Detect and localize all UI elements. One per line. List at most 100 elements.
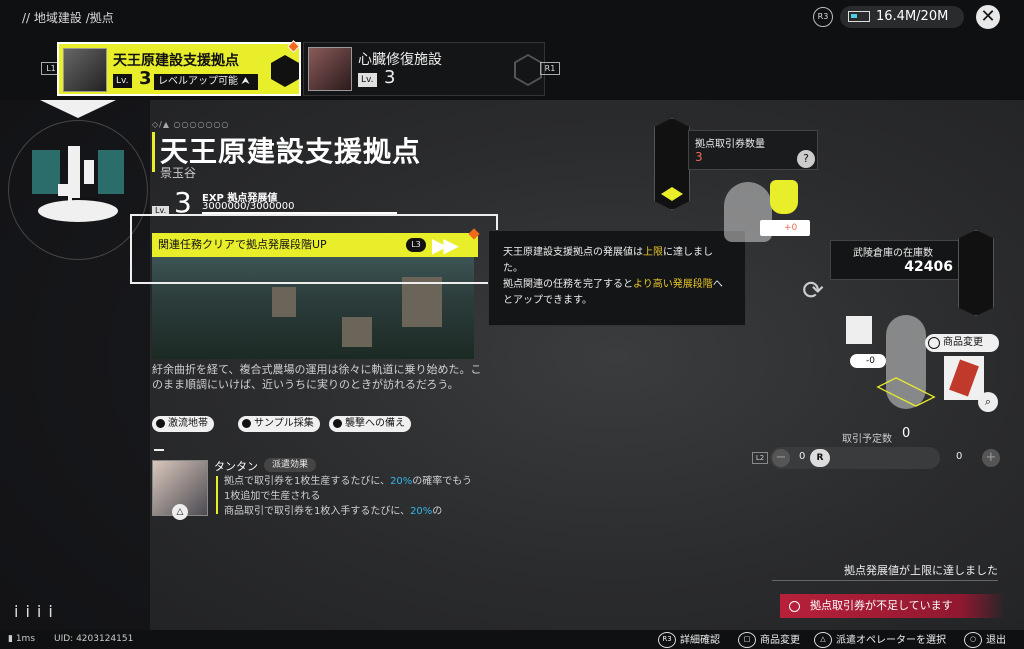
goods-icon [949, 359, 979, 397]
stock-count: 42406 [904, 259, 953, 275]
hint-exit[interactable]: ○ 退出 [964, 632, 1006, 648]
close-button[interactable]: ✕ [976, 5, 1000, 29]
r3-key-icon: R3 [658, 632, 676, 648]
progress-dots: ◇/▲ ○○○○○○○ [152, 120, 230, 129]
hint-select-operator[interactable]: △ 派遣オペレーターを選択 [814, 632, 946, 648]
card-name: 天王原建設支援拠点 [113, 53, 239, 69]
card-level: 3 [384, 67, 396, 88]
triangle-key-icon[interactable]: △ [172, 504, 188, 520]
tag-label: 激流地帯 [168, 418, 208, 429]
hint-change-goods[interactable]: □ 商品変更 [738, 632, 800, 648]
base-card-tenouhara[interactable]: 天王原建設支援拠点 Lv. 3 レベルアップ可能 ⮝ [57, 40, 301, 96]
hex-slot-icon [514, 54, 542, 86]
region-name: 景玉谷 [160, 166, 197, 180]
base-description: 紆余曲折を経て、複合式農場の運用は徐々に軌道に乗り始めた。このまま順調にいけば、… [152, 363, 482, 391]
slider-min: 0 [799, 451, 806, 462]
ping-value: 1ms [15, 634, 36, 644]
max-reached-message: 拠点発展値が上限に達しました [844, 564, 998, 577]
slider-knob[interactable]: R [810, 449, 830, 467]
tooltip: 天王原建設支援拠点の発展値は上限に達しました。 拠点関連の任務を完了するとより高… [488, 230, 746, 326]
base-card-heart-repair[interactable]: 心臓修復施設 Lv. 3 [303, 42, 545, 96]
hint-detail[interactable]: R3 詳細確認 [658, 632, 720, 648]
tag-chip[interactable]: 襲撃への備え [329, 416, 411, 432]
avatar [308, 47, 352, 91]
goods-item[interactable] [944, 356, 984, 400]
lv-label: Lv. [358, 73, 377, 87]
hex-slot-icon [271, 55, 299, 87]
r1-key-icon[interactable]: R1 [540, 62, 560, 75]
page-title: 天王原建設支援拠点 [160, 135, 422, 168]
effect-percent: 20% [410, 506, 433, 517]
tag-label: 襲撃への備え [345, 418, 405, 429]
cube-delta-chip: -0 [850, 354, 886, 368]
avatar [63, 48, 107, 92]
warning-banner: 拠点取引券が不足しています [780, 594, 1006, 618]
level-up-badge: レベルアップ可能 ⮝ [154, 74, 258, 90]
signal-icon: ▮ [8, 634, 16, 644]
breadcrumb: // 地域建設 /拠点 [22, 11, 114, 25]
search-icon[interactable]: ⌕ [978, 392, 998, 412]
r3-button-icon[interactable]: R3 [813, 7, 833, 27]
trade-amount-value: 0 [902, 426, 911, 441]
cube-icon [846, 316, 872, 344]
triangle-key-icon: △ [814, 632, 832, 648]
effect-text: 拠点で取引券を1枚生産するたびに、 [224, 476, 391, 487]
stack-column-icon [958, 230, 994, 316]
card-name: 心臓修復施設 [358, 52, 442, 68]
level-up-label: レベルアップ可能 [158, 76, 238, 87]
building [272, 287, 296, 317]
tooltip-text: 天王原建設支援拠点の発展値は [503, 247, 643, 258]
change-goods-button[interactable]: 商品変更 [925, 334, 999, 352]
tag-icon [333, 418, 342, 428]
uid: UID: 4203124151 [54, 634, 134, 644]
warning-text: 拠点取引券が不足しています [810, 599, 953, 612]
stock-label: 武陵倉庫の在庫数 [853, 248, 933, 259]
title-accent [152, 132, 155, 172]
plus-button[interactable]: + [982, 449, 1000, 467]
trade-slider[interactable] [770, 447, 940, 469]
pointer-icon [40, 100, 116, 118]
tooltip-text: 拠点関連の任務を完了すると [503, 279, 633, 290]
ticket-delta-chip: +0 [760, 220, 810, 236]
tooltip-highlight: より高い発展段階 [633, 279, 713, 290]
notification-icon [287, 40, 300, 53]
tag-icon [156, 418, 165, 428]
effect-text: 商品取引で取引券を1枚入手するたびに、 [224, 506, 411, 517]
slider-max: 0 [956, 451, 963, 462]
menu-bars-icon: iiii [14, 602, 60, 621]
hint-label: 詳細確認 [680, 635, 720, 646]
divider [154, 449, 164, 451]
ticket-label: 拠点取引券数量 [695, 139, 765, 150]
hint-label: 派遣オペレーターを選択 [836, 635, 946, 646]
tag-chip[interactable]: サンプル採集 [238, 416, 320, 432]
tag-icon [242, 418, 251, 428]
tooltip-highlight: 上限 [643, 247, 663, 258]
tag-label: サンプル採集 [254, 418, 314, 429]
divider [772, 580, 998, 581]
effect-accent [216, 476, 218, 514]
dispatch-effect-badge: 派遣効果 [264, 458, 317, 472]
card-level: 3 [139, 68, 152, 89]
effect-text: の [432, 506, 443, 517]
exp-value: 3000000/3000000 [202, 201, 295, 212]
ticket-bag-icon [770, 180, 798, 214]
minus-button[interactable]: − [772, 449, 790, 467]
storage-icon [848, 11, 870, 22]
prohibited-icon [789, 601, 800, 612]
exchange-cycle-icon: ⟳ [802, 276, 824, 306]
change-goods-label: 商品変更 [943, 337, 983, 348]
square-key-icon [928, 337, 940, 349]
l2-key-icon[interactable]: L2 [752, 452, 768, 464]
storage-value: 16.4M/20M [876, 9, 949, 24]
ping-indicator: ▮ 1ms [8, 634, 35, 644]
ticket-count: 3 [695, 150, 703, 164]
effect-percent: 20% [390, 476, 413, 487]
trade-amount-label: 取引予定数 [842, 434, 892, 445]
tag-chip[interactable]: 激流地帯 [152, 416, 214, 432]
hint-label: 退出 [986, 635, 1006, 646]
building [342, 317, 372, 347]
lv-label: Lv. [113, 74, 132, 88]
circle-key-icon: ○ [964, 632, 982, 648]
help-icon[interactable]: ? [797, 150, 815, 168]
operator-name: タンタン [214, 460, 258, 473]
